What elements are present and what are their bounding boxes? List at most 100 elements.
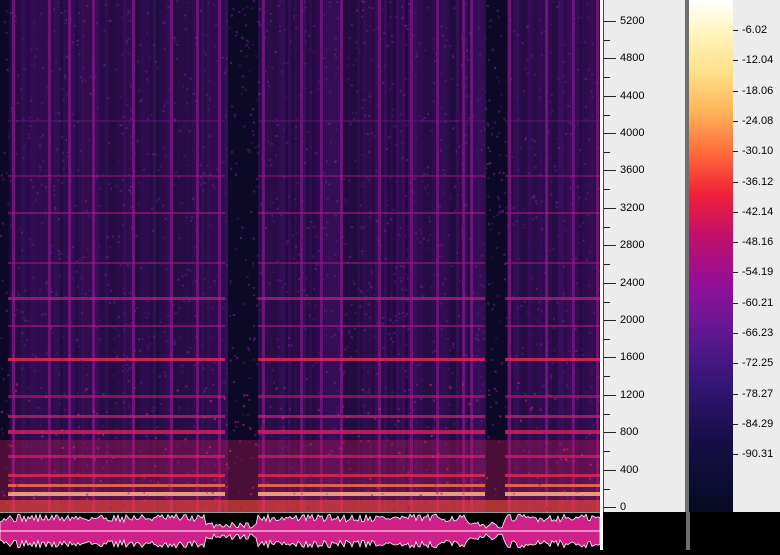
noise-speckle [125,127,127,129]
noise-speckle [302,272,304,274]
noise-speckle [15,417,17,419]
noise-speckle [233,8,235,10]
noise-speckle [182,371,184,373]
noise-speckle [250,493,252,495]
noise-speckle [153,336,155,338]
noise-speckle [187,269,189,271]
noise-speckle [70,20,72,22]
noise-speckle [484,463,486,465]
noise-speckle [355,60,357,62]
spectrogram-column [72,0,75,512]
noise-speckle [448,368,450,370]
noise-speckle [226,21,228,23]
noise-speckle [474,177,476,179]
noise-speckle [321,363,323,365]
noise-speckle [130,206,132,208]
noise-speckle [245,55,247,57]
frequency-tick-label: 5200 [620,16,644,27]
noise-speckle [256,55,258,57]
noise-speckle [55,325,57,327]
noise-speckle [364,114,366,116]
noise-speckle [497,197,499,199]
noise-speckle [112,457,114,459]
noise-speckle [390,16,392,18]
noise-speckle [368,388,370,390]
noise-speckle [174,343,176,345]
noise-speckle [309,314,311,316]
noise-speckle [382,323,384,325]
noise-speckle [499,484,501,486]
noise-speckle [361,16,363,18]
noise-speckle [89,327,91,329]
noise-speckle [276,260,278,262]
noise-speckle [70,18,72,20]
noise-speckle [344,349,346,351]
colorbar-tick-label: -6.02 [742,25,767,36]
noise-speckle [187,471,189,473]
spectrogram-column [375,0,378,512]
noise-speckle [200,504,202,506]
colorbar-tick-label: -60.21 [742,298,773,309]
noise-speckle [132,92,134,94]
noise-speckle [405,195,407,197]
noise-speckle [410,189,412,191]
noise-speckle [461,39,463,41]
noise-speckle [215,465,217,467]
noise-speckle [69,254,71,256]
noise-speckle [56,149,58,151]
noise-speckle [450,197,452,199]
noise-speckle [359,51,361,53]
noise-speckle [565,81,567,83]
noise-speckle [360,226,362,228]
noise-speckle [202,367,204,369]
noise-speckle [164,22,166,24]
frequency-axis [600,0,685,512]
noise-speckle [579,225,581,227]
noise-speckle [444,293,446,295]
noise-speckle [98,320,100,322]
noise-speckle [376,237,378,239]
noise-speckle [351,24,353,26]
spectrogram-column [105,0,108,512]
noise-speckle [509,337,511,339]
noise-speckle [194,417,196,419]
noise-speckle [380,129,382,131]
noise-speckle [126,104,128,106]
frequency-tick-label: 400 [620,465,638,476]
noise-speckle [409,182,411,184]
noise-speckle [437,453,439,455]
noise-speckle [441,107,443,109]
noise-speckle [15,20,17,22]
noise-speckle [487,303,489,305]
noise-speckle [310,443,312,445]
noise-speckle [304,31,306,33]
noise-speckle [39,144,41,146]
noise-speckle [240,506,242,508]
noise-speckle [204,438,206,440]
noise-speckle [49,110,51,112]
spectrogram-column [549,0,552,512]
spectrogram-column [291,0,294,512]
harmonic-band [258,262,485,264]
noise-speckle [592,43,594,45]
noise-speckle [486,477,488,479]
noise-speckle [179,237,181,239]
spectrogram-plot[interactable] [0,0,600,512]
noise-speckle [288,196,290,198]
noise-speckle [131,143,133,145]
noise-speckle [60,253,62,255]
noise-speckle [596,216,598,218]
noise-speckle [363,1,365,3]
noise-speckle [61,88,63,90]
noise-speckle [395,320,397,322]
noise-speckle [526,59,528,61]
noise-speckle [65,22,67,24]
waveform-overview[interactable] [0,512,600,550]
spectrogram-column [138,0,141,512]
noise-speckle [411,69,413,71]
noise-speckle [123,204,125,206]
noise-speckle [262,158,264,160]
noise-speckle [532,139,534,141]
noise-speckle [465,420,467,422]
noise-speckle [348,78,350,80]
